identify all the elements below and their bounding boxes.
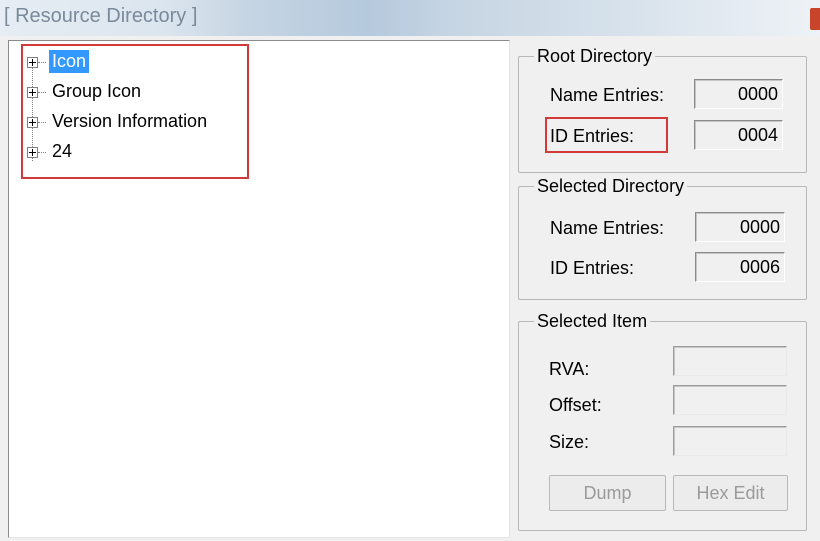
tree-item-label[interactable]: Version Information xyxy=(49,110,210,133)
name-entries-label: Name Entries: xyxy=(550,218,665,238)
tree-branch-line xyxy=(38,62,46,63)
resource-tree[interactable]: Icon Group Icon Version Information 24 xyxy=(8,40,510,538)
group-title: Root Directory xyxy=(534,43,656,69)
group-title: Selected Item xyxy=(534,308,651,334)
selected-directory-group: Selected Directory Name Entries: 0000 ID… xyxy=(518,173,807,300)
expand-icon[interactable] xyxy=(27,87,38,98)
size-label: Size: xyxy=(549,432,590,452)
name-entries-value: 0000 xyxy=(695,212,785,242)
group-title: Selected Directory xyxy=(534,173,688,199)
root-directory-group: Root Directory Name Entries: 0000 ID Ent… xyxy=(518,43,807,173)
name-entries-label: Name Entries: xyxy=(550,85,665,105)
hex-edit-button[interactable]: Hex Edit xyxy=(673,475,788,511)
window-title: [ Resource Directory ] xyxy=(4,5,198,27)
rva-label: RVA: xyxy=(549,359,590,379)
tree-branch-line xyxy=(38,92,46,93)
tree-item-label[interactable]: 24 xyxy=(49,140,75,163)
size-field[interactable] xyxy=(673,426,787,456)
title-bar: [ Resource Directory ] xyxy=(0,0,820,36)
rva-field[interactable] xyxy=(673,346,787,376)
selected-item-group: Selected Item RVA: Offset: Size: Dump He… xyxy=(518,308,807,531)
id-entries-label: ID Entries: xyxy=(550,126,635,146)
id-entries-label: ID Entries: xyxy=(550,258,635,278)
tree-connector-line xyxy=(32,61,33,161)
expand-icon[interactable] xyxy=(27,117,38,128)
offset-label: Offset: xyxy=(549,395,602,415)
expand-icon[interactable] xyxy=(27,147,38,158)
tree-item-label[interactable]: Group Icon xyxy=(49,80,144,103)
name-entries-value: 0000 xyxy=(694,79,783,109)
dump-button[interactable]: Dump xyxy=(549,475,666,511)
expand-icon[interactable] xyxy=(27,57,38,68)
tree-item-label[interactable]: Icon xyxy=(49,50,90,73)
tree-branch-line xyxy=(38,122,46,123)
id-entries-value: 0004 xyxy=(694,120,783,150)
id-entries-value: 0006 xyxy=(695,252,785,282)
close-icon[interactable] xyxy=(810,8,820,30)
tree-branch-line xyxy=(38,152,46,153)
offset-field[interactable] xyxy=(673,385,787,415)
